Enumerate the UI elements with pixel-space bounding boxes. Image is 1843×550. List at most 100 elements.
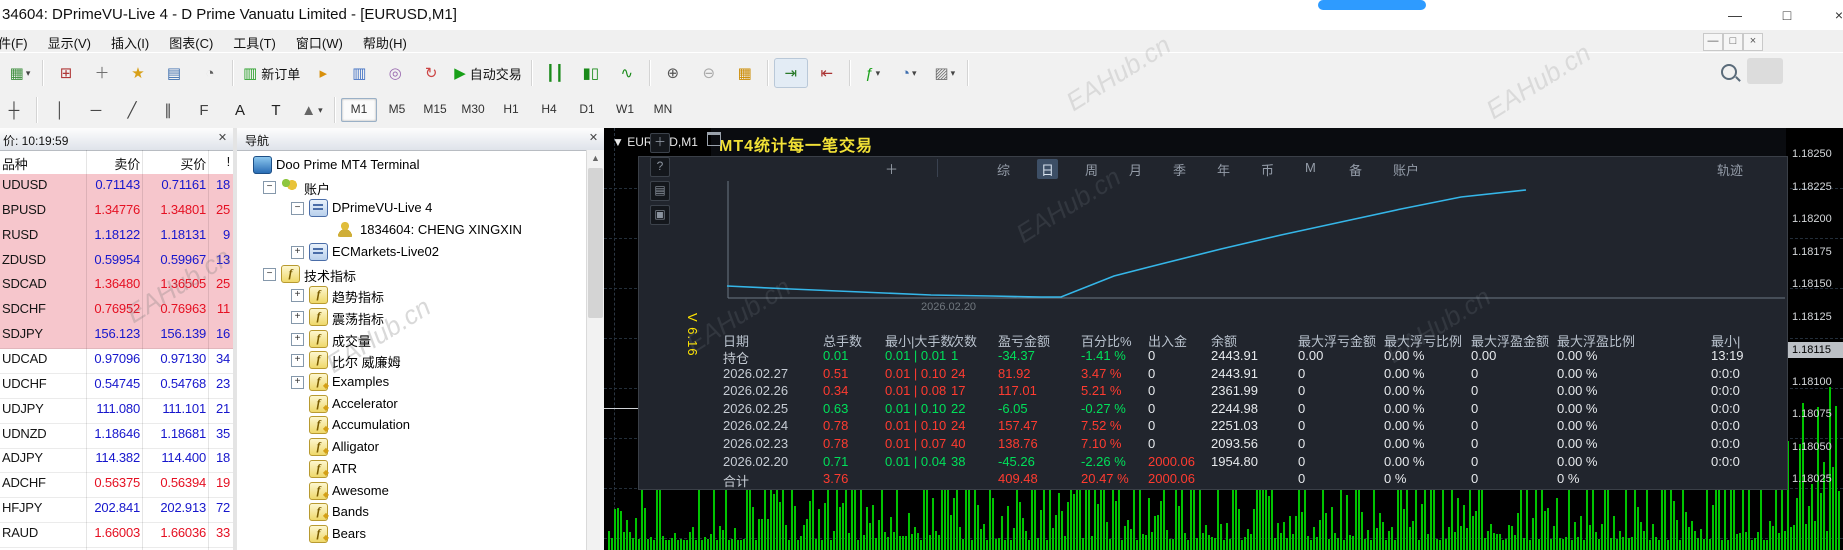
nav-item-趋势指标[interactable]: + f 趋势指标 bbox=[237, 284, 585, 306]
crosshair-button[interactable]: ┼ bbox=[0, 95, 31, 125]
ea-tab-币[interactable]: 币 bbox=[1257, 159, 1278, 179]
market-row-UDCAD[interactable]: UDCAD 0.97096 0.97130 34 bbox=[0, 348, 233, 374]
dropdown-arrow-icon[interactable]: ▾ bbox=[912, 68, 917, 79]
timeframe-M15[interactable]: M15 bbox=[417, 98, 453, 122]
nav-item-震荡指标[interactable]: + f 震荡指标 bbox=[237, 306, 585, 328]
nav-item-ECMarkets-Live02[interactable]: + ECMarkets-Live02 bbox=[237, 241, 585, 263]
periods-button[interactable]: ◔ ▾ bbox=[892, 58, 926, 88]
ea-tab-备[interactable]: 备 bbox=[1345, 159, 1366, 179]
nav-item-Alligator[interactable]: fAlligator bbox=[237, 436, 585, 458]
close-button[interactable]: × bbox=[1816, 4, 1843, 27]
nav-item-Doo Prime MT4 Terminal[interactable]: Doo Prime MT4 Terminal bbox=[237, 154, 585, 176]
nav-item-比尔 威廉姆[interactable]: + f 比尔 威廉姆 bbox=[237, 349, 585, 371]
collapse-icon[interactable]: − bbox=[263, 267, 276, 281]
nav-item-账户[interactable]: − 账户 bbox=[237, 176, 585, 198]
menu-显示(V)[interactable]: 显示(V) bbox=[38, 30, 101, 52]
market-row-UDCHF[interactable]: UDCHF 0.54745 0.54768 23 bbox=[0, 373, 233, 399]
dropdown-arrow-icon[interactable]: ▾ bbox=[318, 105, 323, 116]
navigator-button[interactable]: ★ bbox=[121, 58, 155, 88]
chart-shift-button[interactable]: ⇤ bbox=[810, 58, 844, 88]
collapse-icon[interactable]: − bbox=[291, 202, 304, 216]
shapes-button[interactable]: ▲ ▾ bbox=[295, 95, 329, 125]
menu-工具(T)[interactable]: 工具(T) bbox=[223, 30, 286, 52]
chart-close-button[interactable]: × bbox=[1743, 33, 1763, 51]
collapse-icon[interactable]: − bbox=[263, 180, 276, 194]
navigator-scrollbar[interactable]: ▲ bbox=[586, 150, 604, 550]
timeframe-M5[interactable]: M5 bbox=[379, 98, 415, 122]
market-row-RUSD[interactable]: RUSD 1.18122 1.18131 9 bbox=[0, 223, 233, 250]
timeframe-H4[interactable]: H4 bbox=[531, 98, 567, 122]
col-ask[interactable]: 买价 bbox=[144, 154, 206, 173]
nav-item-Awesome[interactable]: fAwesome bbox=[237, 480, 585, 502]
menu-帮助(H)[interactable]: 帮助(H) bbox=[353, 30, 417, 52]
col-bid[interactable]: 卖价 bbox=[88, 154, 140, 173]
dropdown-arrow-icon[interactable]: ▾ bbox=[951, 68, 956, 79]
strategy-tester-button[interactable]: ◔ bbox=[193, 58, 227, 88]
scroll-up-icon[interactable]: ▲ bbox=[587, 150, 604, 166]
scripts-button[interactable]: ▥ bbox=[342, 58, 376, 88]
dropdown-arrow-icon[interactable]: ▾ bbox=[876, 68, 881, 79]
timeframe-H1[interactable]: H1 bbox=[493, 98, 529, 122]
candle-chart-button[interactable]: ▮▯ bbox=[574, 58, 608, 88]
nav-item-Accelerator[interactable]: fAccelerator bbox=[237, 393, 585, 415]
bar-chart-button[interactable]: ┃┃ bbox=[538, 58, 572, 88]
timeframe-MN[interactable]: MN bbox=[645, 98, 681, 122]
nav-item-Bears[interactable]: fBears bbox=[237, 523, 585, 545]
expand-icon[interactable]: + bbox=[291, 332, 304, 346]
profiles-button[interactable]: ▦ ▾ bbox=[3, 58, 37, 88]
expand-icon[interactable]: + bbox=[291, 245, 304, 259]
market-row-BPUSD[interactable]: BPUSD 1.34776 1.34801 25 bbox=[0, 198, 233, 225]
timeframe-M30[interactable]: M30 bbox=[455, 98, 491, 122]
scrollbar-thumb[interactable] bbox=[588, 168, 603, 318]
ea-panel-titlebar[interactable]: MT4统计每一笔交易 bbox=[711, 128, 1786, 156]
data-window-button[interactable]: ＋ bbox=[85, 58, 119, 88]
auto-scroll-button[interactable]: ⇥ bbox=[773, 58, 808, 88]
ea-tab-综[interactable]: 综 bbox=[993, 159, 1014, 179]
new-order-button[interactable]: ▥ 新订单 bbox=[239, 58, 304, 88]
metaeditor-button[interactable]: ◎ bbox=[378, 58, 412, 88]
nav-item-Examples[interactable]: + fExamples bbox=[237, 371, 585, 393]
options-button[interactable]: ↻ bbox=[414, 58, 448, 88]
zoom-in-button[interactable]: ⊕ bbox=[656, 58, 690, 88]
indicators-button[interactable]: ƒ ▾ bbox=[856, 58, 890, 88]
col-spread[interactable]: ! bbox=[206, 154, 231, 169]
ea-tab-月[interactable]: 月 bbox=[1125, 159, 1146, 179]
dropdown-arrow-icon[interactable]: ▾ bbox=[26, 68, 31, 79]
grid-icon[interactable]: ▤ bbox=[650, 181, 670, 201]
line-chart-button[interactable]: ∿ bbox=[610, 58, 644, 88]
market-row-ADCHF[interactable]: ADCHF 0.56375 0.56394 19 bbox=[0, 472, 233, 499]
ea-tab-季[interactable]: 季 bbox=[1169, 159, 1190, 179]
nav-item-Bands[interactable]: fBands bbox=[237, 501, 585, 523]
chart-minimize-button[interactable]: — bbox=[1703, 33, 1723, 51]
horizontal-line-button[interactable]: ─ bbox=[79, 95, 113, 125]
market-row-HFJPY[interactable]: HFJPY 202.841 202.913 72 bbox=[0, 497, 233, 524]
expand-icon[interactable]: + bbox=[291, 354, 304, 368]
menu-窗口(W)[interactable]: 窗口(W) bbox=[286, 30, 353, 52]
ea-tab-年[interactable]: 年 bbox=[1213, 159, 1234, 179]
market-row-SDCHF[interactable]: SDCHF 0.76952 0.76963 11 bbox=[0, 298, 233, 325]
zoom-out-button[interactable]: ⊖ bbox=[692, 58, 726, 88]
nav-item-技术指标[interactable]: − f 技术指标 bbox=[237, 263, 585, 285]
timeframe-M1[interactable]: M1 bbox=[341, 98, 377, 122]
terminal-button[interactable]: ▤ bbox=[157, 58, 191, 88]
ea-tab-周[interactable]: 周 bbox=[1081, 159, 1102, 179]
navigator-close-icon[interactable]: ✕ bbox=[586, 131, 601, 146]
menu-图表(C)[interactable]: 图表(C) bbox=[159, 30, 223, 52]
trendline-button[interactable]: ╱ bbox=[115, 95, 149, 125]
autotrading-button[interactable]: ▶ 自动交易 bbox=[450, 58, 526, 88]
market-row-UDUSD[interactable]: UDUSD 0.71143 0.71161 18 bbox=[0, 174, 233, 200]
col-symbol[interactable]: 品种 bbox=[2, 154, 28, 173]
text-button[interactable]: A bbox=[223, 95, 257, 125]
fibonacci-button[interactable]: F bbox=[187, 95, 221, 125]
search-icon[interactable] bbox=[1721, 64, 1737, 80]
market-watch-close-icon[interactable]: ✕ bbox=[215, 131, 230, 146]
templates-button[interactable]: ▨ ▾ bbox=[928, 58, 962, 88]
expert-advisors-button[interactable]: ▸ bbox=[306, 58, 340, 88]
market-row-ZDUSD[interactable]: ZDUSD 0.59954 0.59967 13 bbox=[0, 248, 233, 275]
nav-item-Accumulation[interactable]: fAccumulation bbox=[237, 414, 585, 436]
market-row-RAUD[interactable]: RAUD 1.66003 1.66036 33 bbox=[0, 522, 233, 548]
chart-restore-button[interactable]: □ bbox=[1723, 33, 1743, 51]
vertical-line-button[interactable]: │ bbox=[43, 95, 77, 125]
menu-插入(I)[interactable]: 插入(I) bbox=[101, 30, 159, 52]
restore-window-icon[interactable] bbox=[707, 132, 722, 146]
